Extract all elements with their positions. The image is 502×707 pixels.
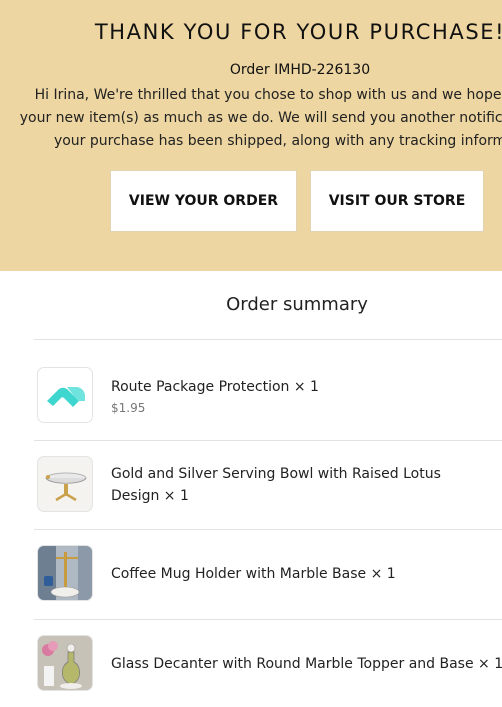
decanter-image — [37, 635, 93, 691]
visit-store-button[interactable]: VISIT OUR STORE — [310, 170, 484, 232]
thank-you-banner: THANK YOU FOR YOUR PURCHASE! Order IMHD-… — [0, 0, 502, 271]
order-number: Order IMHD-226130 — [229, 62, 371, 78]
item-name: Gold and Silver Serving Bowl with Raised… — [111, 466, 441, 504]
item-name: Glass Decanter with Round Marble Topper … — [111, 656, 502, 672]
thank-you-message: Hi Irina, We're thrilled that you chose … — [0, 84, 502, 153]
mug-holder-image — [37, 545, 93, 601]
list-item[interactable]: Glass Decanter with Round Marble Topper … — [34, 620, 502, 707]
view-order-button[interactable]: VIEW YOUR ORDER — [110, 170, 297, 232]
message-line: Hi Irina, We're thrilled that you chose … — [34, 87, 502, 103]
order-summary-heading: Order summary — [226, 294, 368, 315]
list-item[interactable]: Gold and Silver Serving Bowl with Raised… — [34, 441, 502, 529]
list-item[interactable]: Route Package Protection × 1 $1.95 — [34, 340, 502, 440]
serving-bowl-image — [37, 456, 93, 512]
item-price: $1.95 — [111, 401, 146, 415]
item-name: Route Package Protection × 1 — [111, 379, 319, 395]
message-line: your purchase has been shipped, along wi… — [53, 133, 502, 149]
item-name: Coffee Mug Holder with Marble Base × 1 — [111, 566, 396, 582]
list-item[interactable]: Coffee Mug Holder with Marble Base × 1 — [34, 530, 502, 619]
message-line: your new item(s) as much as we do. We wi… — [19, 110, 502, 126]
route-logo-icon — [37, 367, 93, 423]
page-title: THANK YOU FOR YOUR PURCHASE! — [94, 20, 502, 44]
